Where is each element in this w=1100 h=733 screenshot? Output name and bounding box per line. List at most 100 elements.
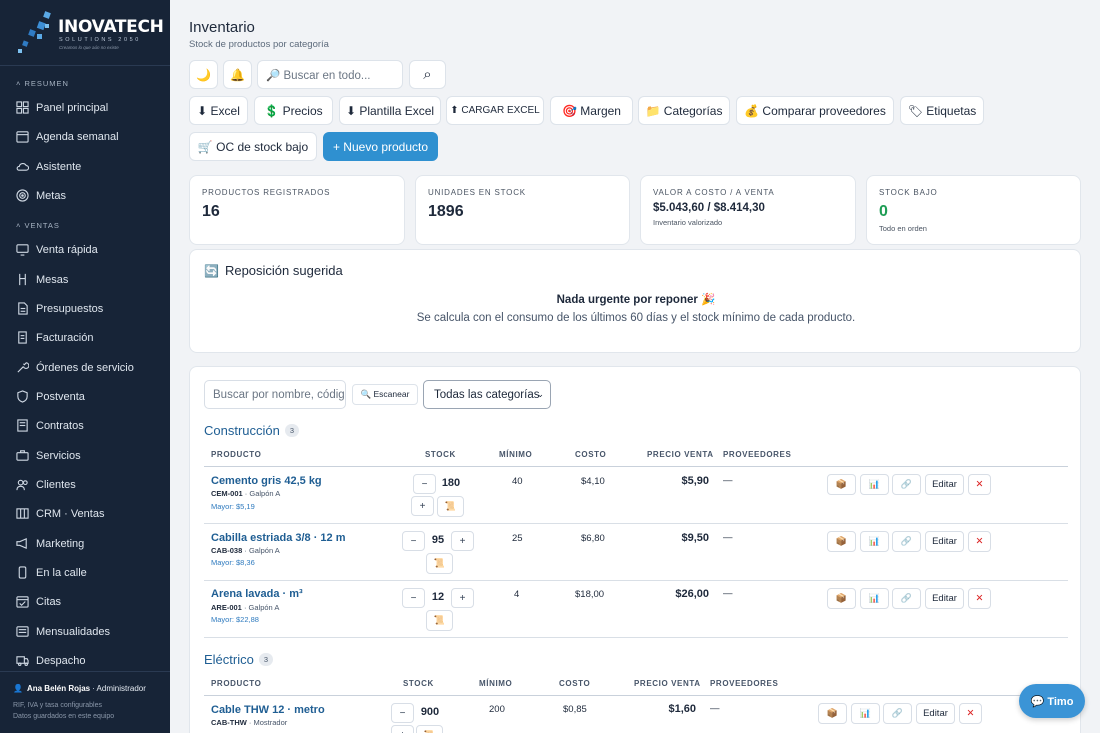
sidebar-item-facturacion[interactable]: Facturación	[16, 331, 93, 344]
stock-history-button[interactable]: 📜	[426, 610, 453, 631]
sidebar-item-despacho[interactable]: Despacho	[16, 654, 86, 667]
chart-button[interactable]: 📊	[860, 531, 889, 552]
sidebar-item-presupuestos[interactable]: Presupuestos	[16, 302, 103, 315]
delete-button[interactable]: ✕	[968, 588, 991, 609]
delete-button[interactable]: ✕	[959, 703, 982, 724]
stock-history-button[interactable]: 📜	[416, 725, 443, 733]
stock-history-button[interactable]: 📜	[426, 553, 453, 574]
link-button[interactable]: 🔗	[883, 703, 912, 724]
product-wholesale-price: Mayor: $5,19	[211, 502, 255, 511]
box-button[interactable]: 📦	[827, 474, 856, 495]
margin-button[interactable]: 🎯 Margen	[550, 96, 633, 125]
sidebar-item-ordenes-de-servicio[interactable]: Órdenes de servicio	[16, 361, 134, 374]
col-proveedores: PROVEEDORES	[710, 679, 779, 688]
box-icon: 📦	[835, 479, 848, 489]
theme-toggle-button[interactable]: 🌙	[189, 60, 218, 89]
compare-suppliers-button[interactable]: 💰 Comparar proveedores	[736, 96, 894, 125]
product-wholesale-price: Mayor: $8,36	[211, 558, 255, 567]
delete-button[interactable]: ✕	[968, 531, 991, 552]
product-name[interactable]: Cabilla estriada 3/8 · 12 m	[211, 532, 346, 544]
chart-icon: 📊	[868, 479, 881, 489]
product-name[interactable]: Cable THW 12 · metro	[211, 704, 325, 716]
sidebar-item-label: Despacho	[36, 654, 86, 667]
sidebar-item-crm-ventas[interactable]: CRM · Ventas	[16, 507, 104, 520]
sidebar-item-metas[interactable]: Metas	[16, 189, 66, 202]
sidebar-item-label: Panel principal	[36, 101, 109, 114]
link-button[interactable]: 🔗	[892, 474, 921, 495]
stock-history-button[interactable]: 📜	[437, 496, 464, 517]
stock-quantity: 12	[431, 591, 445, 603]
prices-button[interactable]: 💲 Precios	[254, 96, 333, 125]
sidebar-item-label: Postventa	[36, 390, 85, 403]
stock-increment-button[interactable]: +	[391, 725, 414, 733]
receipt-icon	[16, 331, 29, 344]
sidebar-item-citas[interactable]: Citas	[16, 595, 61, 608]
sidebar-item-mesas[interactable]: Mesas	[16, 273, 68, 286]
stock-decrement-button[interactable]: −	[402, 588, 425, 608]
stock-decrement-button[interactable]: −	[402, 531, 425, 551]
sidebar-item-mensualidades[interactable]: Mensualidades	[16, 625, 110, 638]
stock-increment-button[interactable]: +	[451, 531, 474, 551]
link-button[interactable]: 🔗	[892, 531, 921, 552]
sidebar-item-asistente[interactable]: Asistente	[16, 160, 81, 173]
chart-button[interactable]: 📊	[851, 703, 880, 724]
labels-button[interactable]: 🏷 Etiquetas	[900, 96, 984, 125]
chart-button[interactable]: 📊	[860, 474, 889, 495]
product-name[interactable]: Arena lavada · m³	[211, 588, 303, 600]
product-name[interactable]: Cemento gris 42,5 kg	[211, 475, 322, 487]
box-button[interactable]: 📦	[818, 703, 847, 724]
notifications-button[interactable]: 🔔	[223, 60, 252, 89]
edit-button[interactable]: Editar	[925, 588, 964, 609]
export-excel-button[interactable]: ⬇ Excel	[189, 96, 248, 125]
product-code: CAB-THW · Mostrador	[211, 718, 288, 727]
edit-button[interactable]: Editar	[925, 531, 964, 552]
brand[interactable]: INOVATECH SOLUTIONS 2050 Creamos lo que …	[0, 0, 170, 66]
edit-button[interactable]: Editar	[916, 703, 955, 724]
close-icon: ✕	[975, 536, 984, 547]
stock-increment-button[interactable]: +	[411, 496, 434, 516]
briefcase-icon	[16, 449, 29, 462]
link-button[interactable]: 🔗	[892, 588, 921, 609]
new-product-button[interactable]: + Nuevo producto	[323, 132, 438, 161]
sidebar-item-label: Metas	[36, 189, 66, 202]
categories-button[interactable]: 📁 Categorías	[638, 96, 730, 125]
chart-button[interactable]: 📊	[860, 588, 889, 609]
scroll-icon: 📜	[433, 615, 446, 625]
edit-button[interactable]: Editar	[925, 474, 964, 495]
kpi-sub: Todo en orden	[879, 224, 927, 233]
sidebar-item-agenda-semanal[interactable]: Agenda semanal	[16, 130, 119, 143]
users-icon	[16, 478, 29, 491]
stock-decrement-button[interactable]: −	[413, 474, 436, 494]
category-select[interactable]: Todas las categorías ⌄	[423, 380, 551, 409]
assistant-chat-button[interactable]: 💬 Timo	[1019, 684, 1085, 718]
link-icon: 🔗	[900, 479, 913, 489]
template-excel-button[interactable]: ⬇ Plantilla Excel	[339, 96, 441, 125]
delete-button[interactable]: ✕	[968, 474, 991, 495]
scan-button[interactable]: 🔍 Escanear	[352, 384, 418, 405]
col-precio-venta: PRECIO VENTA	[634, 679, 701, 688]
sidebar-item-postventa[interactable]: Postventa	[16, 390, 85, 403]
sidebar-item-servicios[interactable]: Servicios	[16, 449, 81, 462]
sidebar-item-panel-principal[interactable]: Panel principal	[16, 101, 108, 114]
footer-note: RIF, IVA y tasa configurables Datos guar…	[13, 700, 170, 722]
sidebar-item-label: Contratos	[36, 419, 84, 432]
cost: $6,80	[581, 533, 605, 544]
section-ventas: ˄ VENTAS	[16, 221, 60, 230]
stock-increment-button[interactable]: +	[451, 588, 474, 608]
product-search-input[interactable]: Buscar por nombre, código	[204, 380, 346, 409]
sidebar-item-venta-rapida[interactable]: Venta rápida	[16, 243, 98, 256]
truck-icon	[16, 654, 29, 667]
sidebar-item-contratos[interactable]: Contratos	[16, 419, 84, 432]
upload-excel-button[interactable]: ⬆ CARGAR EXCEL	[446, 96, 544, 125]
global-search-input[interactable]: 🔎 Buscar en todo...	[257, 60, 403, 89]
sidebar-item-marketing[interactable]: Marketing	[16, 537, 84, 550]
low-stock-po-button[interactable]: 🛒 OC de stock bajo	[189, 132, 317, 161]
stock-decrement-button[interactable]: −	[391, 703, 414, 723]
box-button[interactable]: 📦	[827, 588, 856, 609]
box-button[interactable]: 📦	[827, 531, 856, 552]
sidebar-item-en-la-calle[interactable]: En la calle	[16, 566, 87, 579]
current-user[interactable]: 👤 Ana Belén Rojas · Administrador	[13, 684, 170, 693]
search-button[interactable]: ⌕	[409, 60, 446, 89]
page-subtitle: Stock de productos por categoría	[189, 39, 329, 50]
sidebar-item-clientes[interactable]: Clientes	[16, 478, 76, 491]
